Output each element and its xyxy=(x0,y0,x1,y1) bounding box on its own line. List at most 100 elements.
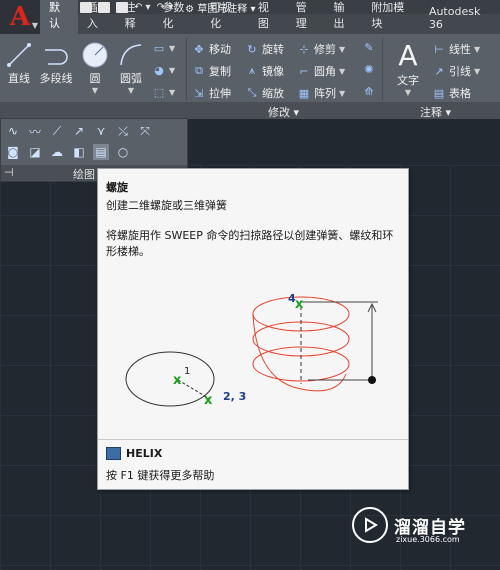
linear-dimension-button[interactable]: ⊢ 线性 ▼ xyxy=(432,41,480,57)
table-icon: ▤ xyxy=(433,86,445,100)
tab-visualize[interactable]: 可视化 xyxy=(201,0,249,34)
leader-button[interactable]: ↗ 引线 ▼ xyxy=(432,63,480,79)
tab-view[interactable]: 视图 xyxy=(249,0,287,34)
modify-panel-title[interactable]: 修改 ▾ xyxy=(268,104,299,120)
stretch-button[interactable]: ⇲ 拉伸 xyxy=(192,85,231,101)
spline-fit-icon[interactable]: ∿ xyxy=(5,123,21,139)
chevron-down-icon: ▾ xyxy=(445,106,452,119)
rectangle-button[interactable]: ▭ ▼ xyxy=(152,41,175,55)
multiple-points-icon[interactable]: ⋎ xyxy=(93,123,109,139)
text-icon: A xyxy=(398,38,418,72)
line-label: 直线 xyxy=(8,72,30,85)
draw-panel-title: 绘图 xyxy=(73,168,95,181)
chevron-down-icon: ▼ xyxy=(31,21,38,30)
erase-button[interactable]: ✎ xyxy=(362,40,376,54)
pin-icon[interactable]: ⊣ xyxy=(4,166,14,179)
table-label: 表格 xyxy=(449,87,471,100)
offset-icon: ⟰ xyxy=(364,84,374,98)
chevron-down-icon: ▾ xyxy=(293,106,300,119)
rectangle-icon: ▭ xyxy=(153,41,165,55)
autocad-logo-icon: A xyxy=(9,2,31,32)
circle-icon xyxy=(78,40,112,70)
radius-marker-icon: x xyxy=(204,393,213,408)
fillet-button[interactable]: ⌐ 圆角 ▼ xyxy=(297,63,345,79)
trim-button[interactable]: ⊹ 修剪 ▼ xyxy=(297,41,345,57)
helix-illustration: x 1 x 2, 3 x 4 xyxy=(125,292,378,408)
chevron-down-icon[interactable]: ▼ xyxy=(78,86,112,95)
boundary-button[interactable]: ⬚ ▼ xyxy=(152,86,175,99)
tab-parametric[interactable]: 参数化 xyxy=(153,0,201,34)
copy-icon: ⧉ xyxy=(195,64,203,77)
arc-label: 圆弧 xyxy=(120,72,142,85)
mirror-label: 镜像 xyxy=(262,65,284,78)
offset-button[interactable]: ⟰ xyxy=(362,84,376,98)
annotation-panel-title[interactable]: 注释 ▾ xyxy=(420,104,451,120)
scale-button[interactable]: ⤡ 缩放 xyxy=(245,85,284,101)
revision-cloud-icon[interactable]: ☁ xyxy=(49,144,65,160)
arc-button[interactable]: 圆弧 ▼ xyxy=(114,40,148,95)
ellipse-icon[interactable]: ○ xyxy=(115,144,131,160)
spline-cv-icon[interactable]: 〰 xyxy=(27,123,43,139)
panel-separator xyxy=(186,38,187,100)
helix-icon[interactable]: ▤ xyxy=(93,144,109,160)
tab-insert[interactable]: 插入 xyxy=(78,0,116,34)
fillet-label: 圆角 xyxy=(314,65,336,78)
line-icon xyxy=(2,40,36,70)
explode-button[interactable]: ✺ xyxy=(362,63,376,76)
text-label: 文字 xyxy=(397,74,419,87)
leader-label: 引线 xyxy=(449,65,471,78)
application-menu-button[interactable]: A ▼ xyxy=(0,0,40,34)
divide-icon[interactable]: ⤯ xyxy=(115,123,131,139)
point-1-label: 1 xyxy=(184,366,190,377)
fillet-icon: ⌐ xyxy=(299,64,309,78)
chevron-down-icon[interactable]: ▼ xyxy=(391,88,425,97)
arc-icon xyxy=(114,40,148,70)
copy-label: 复制 xyxy=(209,65,231,78)
panel-separator xyxy=(382,38,383,100)
move-label: 移动 xyxy=(209,43,231,56)
scale-icon: ⤡ xyxy=(247,86,257,99)
region-icon[interactable]: ◙ xyxy=(5,144,21,160)
donut-icon[interactable]: ◧ xyxy=(71,144,87,160)
circle-button[interactable]: 圆 ▼ xyxy=(78,40,112,95)
tab-annotate[interactable]: 注释 xyxy=(116,0,154,34)
tab-autodesk360[interactable]: Autodesk 36 xyxy=(420,3,500,34)
chevron-down-icon[interactable]: ▼ xyxy=(114,86,148,95)
rotate-icon: ↻ xyxy=(247,42,257,56)
construction-line-icon[interactable]: ⟋ xyxy=(49,123,65,139)
ribbon-tabs: 默认 插入 注释 参数化 可视化 视图 管理 输出 附加模块 Autodesk … xyxy=(40,0,500,34)
center-marker-icon: x xyxy=(173,373,182,388)
tab-output[interactable]: 输出 xyxy=(325,0,363,34)
rotate-button[interactable]: ↻ 旋转 xyxy=(245,41,284,57)
array-icon: ▦ xyxy=(298,86,310,100)
move-icon: ✥ xyxy=(194,42,204,56)
watermark-url: zixue.3066.com xyxy=(396,535,460,544)
hatch-icon: ◕ xyxy=(154,63,164,77)
polyline-button[interactable]: 多段线 xyxy=(38,40,74,86)
ray-icon[interactable]: ↗ xyxy=(71,123,87,139)
tab-manage[interactable]: 管理 xyxy=(287,0,325,34)
array-button[interactable]: ▦ 阵列 ▼ xyxy=(297,85,345,101)
table-button[interactable]: ▤ 表格 xyxy=(432,85,471,101)
hatch-button[interactable]: ◕ ▼ xyxy=(152,63,175,77)
point-4-label: 4 xyxy=(288,292,296,305)
line-button[interactable]: 直线 xyxy=(2,40,36,86)
stretch-icon: ⇲ xyxy=(194,86,204,100)
watermark-brand: 溜溜自学 xyxy=(394,517,466,538)
tab-default[interactable]: 默认 xyxy=(40,0,78,34)
tab-addins[interactable]: 附加模块 xyxy=(362,0,420,34)
text-button[interactable]: A 文字 ▼ xyxy=(391,38,425,98)
erase-icon: ✎ xyxy=(364,40,374,54)
stretch-label: 拉伸 xyxy=(209,87,231,100)
copy-button[interactable]: ⧉ 复制 xyxy=(192,63,231,79)
measure-icon[interactable]: ⤧ xyxy=(137,123,153,139)
circle-label: 圆 xyxy=(89,72,101,85)
wipeout-icon[interactable]: ◪ xyxy=(27,144,43,160)
polyline-label: 多段线 xyxy=(39,72,73,85)
linear-label: 线性 xyxy=(449,43,471,56)
helix-command-icon xyxy=(106,447,121,460)
top-marker-icon: x xyxy=(295,297,304,312)
move-button[interactable]: ✥ 移动 xyxy=(192,41,231,57)
mirror-button[interactable]: ⩚ 镜像 xyxy=(245,63,284,79)
watermark: 溜溜自学 zixue.3066.com xyxy=(352,497,472,553)
